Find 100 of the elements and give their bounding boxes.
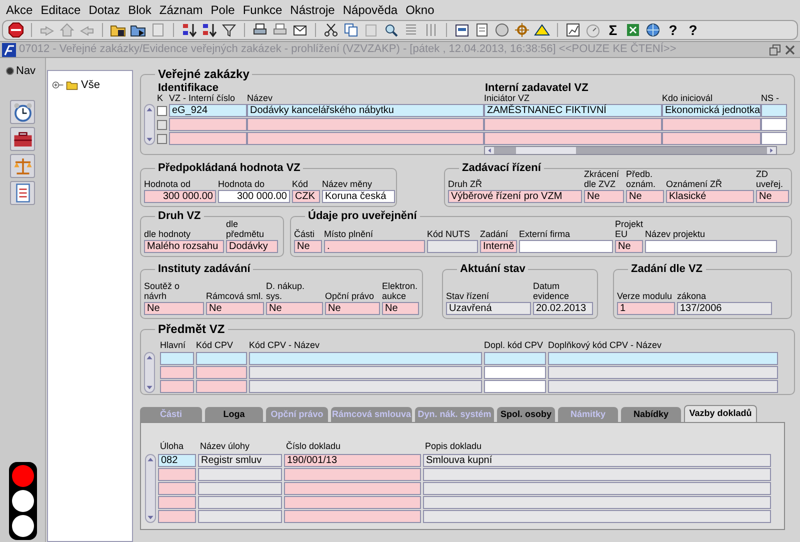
input-field[interactable]: Ne: [294, 240, 322, 253]
menu-item[interactable]: Funkce: [238, 2, 286, 16]
input-field[interactable]: Smlouva kupní: [423, 454, 771, 467]
tab[interactable]: Loga: [205, 407, 263, 422]
input-field[interactable]: [645, 240, 777, 253]
record-scrollbar[interactable]: [145, 454, 156, 523]
input-field[interactable]: [423, 482, 771, 495]
input-field[interactable]: Ne: [325, 302, 380, 315]
input-field[interactable]: .: [324, 240, 425, 253]
filter-icon[interactable]: [221, 22, 237, 38]
help-button[interactable]: ?: [684, 22, 702, 38]
menu-item[interactable]: Nástroje: [286, 2, 339, 16]
input-field[interactable]: 20.02.2013: [533, 302, 593, 315]
input-field[interactable]: [158, 510, 196, 523]
sort-ascending-icon[interactable]: [181, 22, 197, 38]
input-field[interactable]: Uzavřená: [446, 302, 531, 315]
input-field[interactable]: [196, 380, 247, 393]
input-field[interactable]: [158, 468, 196, 481]
input-field[interactable]: [160, 380, 194, 393]
input-field[interactable]: [761, 132, 787, 145]
input-field[interactable]: [284, 510, 421, 523]
scroll-up-icon[interactable]: [145, 105, 154, 114]
input-field[interactable]: [198, 468, 282, 481]
scroll-up-icon[interactable]: [146, 455, 155, 464]
stop-sign-icon[interactable]: [8, 22, 24, 38]
checkbox[interactable]: [157, 120, 167, 130]
input-field[interactable]: Ne: [144, 302, 204, 315]
input-field[interactable]: 137/2006: [677, 302, 772, 315]
input-field[interactable]: [169, 118, 247, 131]
menu-item[interactable]: Nápověda: [338, 2, 402, 16]
tab[interactable]: Nabídky: [621, 407, 681, 422]
input-field[interactable]: [484, 380, 546, 393]
input-field[interactable]: [284, 482, 421, 495]
input-field[interactable]: Dodávky kancelářského nábytku: [247, 104, 484, 117]
input-field[interactable]: [198, 482, 282, 495]
input-field[interactable]: [484, 366, 546, 379]
input-field[interactable]: Dodávky: [226, 240, 278, 253]
input-field[interactable]: [249, 366, 482, 379]
input-field[interactable]: Registr smluv: [198, 454, 282, 467]
record-scrollbar[interactable]: [144, 352, 155, 393]
record-scrollbar[interactable]: [144, 104, 155, 145]
scroll-down-icon[interactable]: [145, 383, 154, 392]
input-field[interactable]: [249, 380, 482, 393]
spreadsheet-icon[interactable]: [625, 22, 641, 38]
scroll-up-icon[interactable]: [145, 353, 154, 362]
scroll-thumb[interactable]: [516, 147, 576, 154]
menu-item[interactable]: Editace: [36, 2, 85, 16]
toolbox-button[interactable]: [10, 127, 35, 151]
input-field[interactable]: ZAMĚSTNANEC FIKTIVNÍ: [484, 104, 662, 117]
tree-item[interactable]: Vše: [81, 77, 100, 94]
input-field[interactable]: Ne: [626, 190, 664, 203]
input-field[interactable]: [249, 352, 482, 365]
input-field[interactable]: Klasické: [666, 190, 754, 203]
input-field[interactable]: [484, 132, 662, 145]
input-field[interactable]: [423, 468, 771, 481]
scroll-right-icon[interactable]: [767, 147, 776, 154]
input-field[interactable]: Malého rozsahu: [144, 240, 224, 253]
form-icon[interactable]: [454, 22, 470, 38]
input-field[interactable]: [519, 240, 613, 253]
tab[interactable]: Vazby dokladů: [684, 405, 757, 422]
input-field[interactable]: [158, 496, 196, 509]
input-field[interactable]: Koruna česká: [322, 190, 395, 203]
input-field[interactable]: [158, 482, 196, 495]
expand-icon[interactable]: [51, 79, 65, 92]
menu-item[interactable]: Záznam: [155, 2, 207, 16]
input-field[interactable]: [160, 352, 194, 365]
sort-descending-icon[interactable]: [201, 22, 217, 38]
input-field[interactable]: [484, 352, 546, 365]
input-field[interactable]: [548, 380, 778, 393]
input-field[interactable]: [198, 510, 282, 523]
magnifier-icon[interactable]: [383, 22, 399, 38]
radio-button[interactable]: [6, 67, 14, 75]
scissors-icon[interactable]: [323, 22, 339, 38]
menu-item[interactable]: Pole: [206, 2, 239, 16]
horizontal-scrollbar[interactable]: [484, 146, 777, 155]
input-field[interactable]: [548, 366, 778, 379]
triangle-icon[interactable]: [534, 22, 550, 38]
input-field[interactable]: Ne: [266, 302, 323, 315]
menu-item[interactable]: Blok: [124, 2, 156, 16]
input-field[interactable]: [196, 352, 247, 365]
restore-icon[interactable]: [769, 44, 781, 56]
copy-icon[interactable]: [343, 22, 359, 38]
input-field[interactable]: [761, 104, 787, 117]
help-button[interactable]: ?: [664, 22, 682, 38]
input-field[interactable]: Ne: [584, 190, 624, 203]
input-field[interactable]: [247, 118, 484, 131]
input-field[interactable]: [484, 118, 662, 131]
input-field[interactable]: [284, 496, 421, 509]
clock-button[interactable]: [10, 100, 35, 124]
checkbox[interactable]: [157, 134, 167, 144]
input-field[interactable]: Ne: [206, 302, 264, 315]
input-field[interactable]: Ne: [382, 302, 419, 315]
input-field[interactable]: Výběrové řízení pro VZM: [448, 190, 582, 203]
close-icon[interactable]: [784, 44, 796, 56]
checkbox[interactable]: [157, 106, 167, 116]
document-button[interactable]: [10, 181, 35, 205]
menu-item[interactable]: Akce: [2, 2, 37, 16]
input-field[interactable]: [423, 510, 771, 523]
scroll-down-icon[interactable]: [145, 135, 154, 144]
input-field[interactable]: [196, 366, 247, 379]
